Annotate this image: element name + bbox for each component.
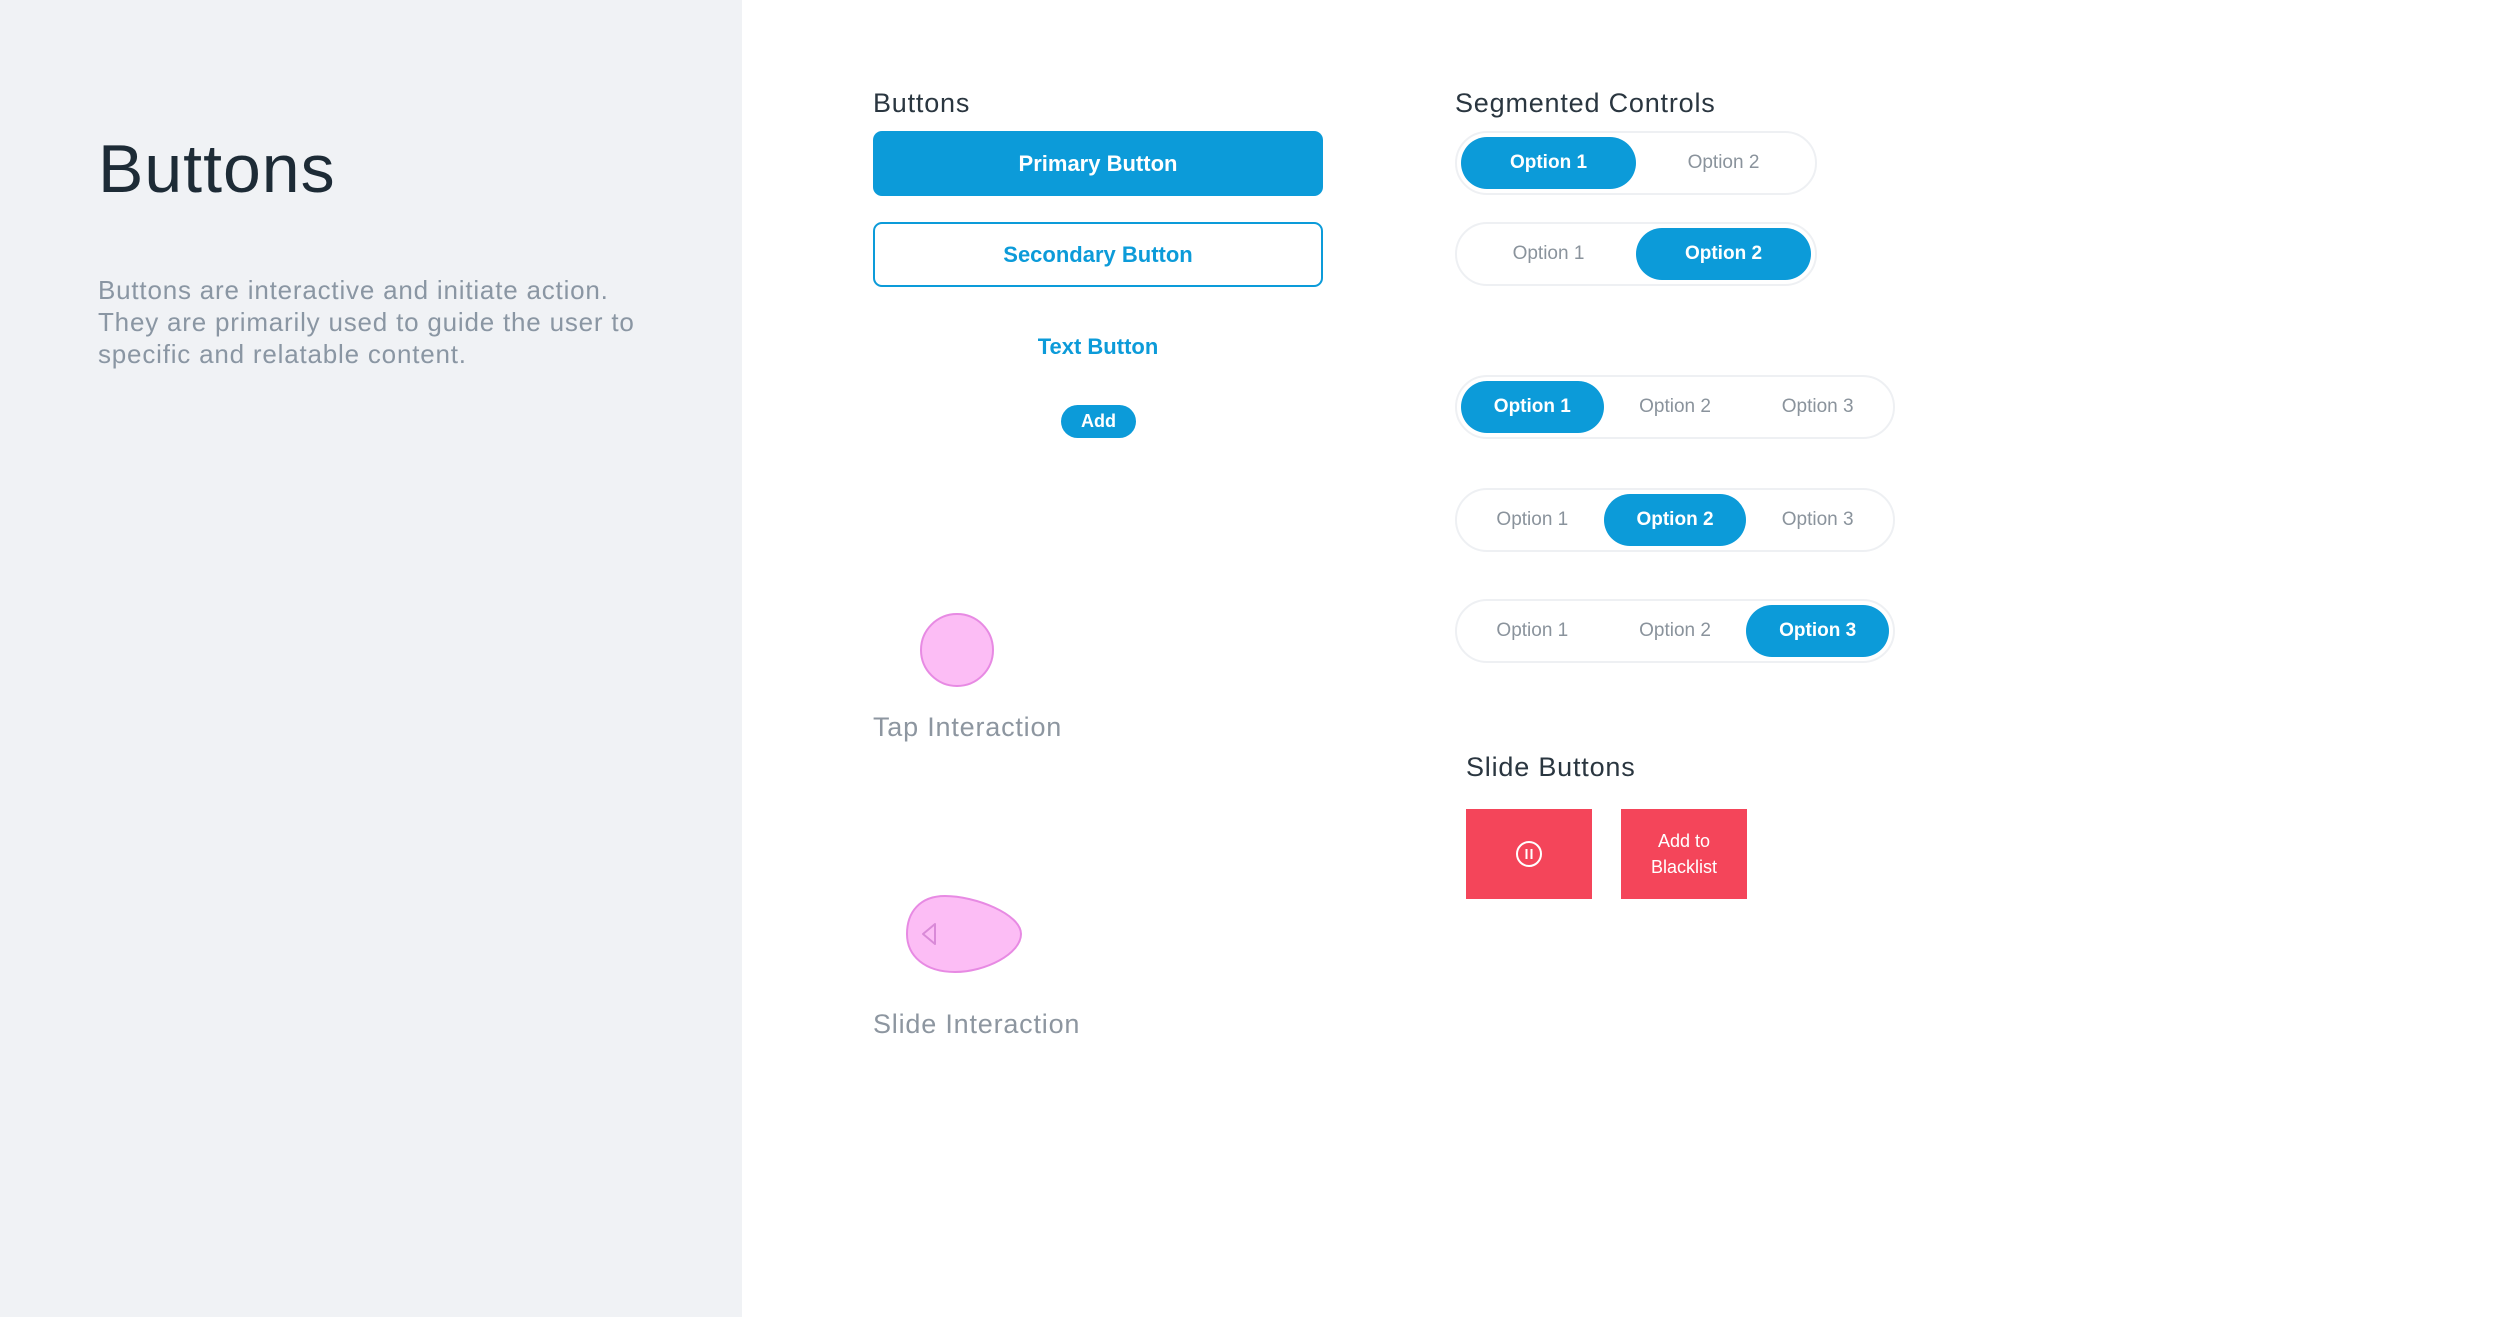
segment-option-1[interactable]: Option 1: [1461, 228, 1636, 280]
add-to-blacklist-button[interactable]: Add to Blacklist: [1621, 809, 1747, 899]
segmented-control-two-a: Option 1 Option 2: [1455, 131, 1817, 195]
page-title: Buttons: [98, 131, 336, 207]
primary-button[interactable]: Primary Button: [873, 131, 1323, 196]
add-to-blacklist-label: Add to Blacklist: [1650, 831, 1717, 877]
segment-option-2[interactable]: Option 2: [1603, 494, 1747, 546]
segment-option-1[interactable]: Option 1: [1461, 605, 1604, 657]
page-description: Buttons are interactive and initiate act…: [98, 275, 635, 369]
segment-option-3[interactable]: Option 3: [1746, 381, 1889, 433]
pause-circle-icon: [1516, 841, 1542, 867]
tap-interaction-indicator: [920, 613, 994, 687]
tap-interaction-label: Tap Interaction: [873, 712, 1063, 742]
segment-option-3[interactable]: Option 3: [1746, 605, 1890, 657]
pause-slide-button[interactable]: [1466, 809, 1592, 899]
segment-option-3[interactable]: Option 3: [1746, 494, 1889, 546]
segment-option-1[interactable]: Option 1: [1461, 494, 1604, 546]
segment-option-2[interactable]: Option 2: [1604, 381, 1747, 433]
segment-option-1[interactable]: Option 1: [1461, 137, 1636, 189]
slide-buttons-title: Slide Buttons: [1466, 752, 1636, 782]
segmented-control-three-a: Option 1 Option 2 Option 3: [1455, 375, 1895, 439]
add-button[interactable]: Add: [1061, 405, 1136, 438]
slide-interaction-indicator: [905, 894, 1023, 974]
secondary-button[interactable]: Secondary Button: [873, 222, 1323, 287]
segment-option-2[interactable]: Option 2: [1636, 137, 1811, 189]
buttons-section-title: Buttons: [873, 88, 971, 118]
segmented-controls-title: Segmented Controls: [1455, 88, 1716, 118]
segmented-control-three-b: Option 1 Option 2 Option 3: [1455, 488, 1895, 552]
text-button[interactable]: Text Button: [973, 330, 1223, 364]
segmented-control-three-c: Option 1 Option 2 Option 3: [1455, 599, 1895, 663]
segment-option-2[interactable]: Option 2: [1604, 605, 1747, 657]
slide-interaction-label: Slide Interaction: [873, 1009, 1081, 1039]
segment-option-2[interactable]: Option 2: [1636, 228, 1811, 280]
segmented-control-two-b: Option 1 Option 2: [1455, 222, 1817, 286]
sidebar-panel: Buttons Buttons are interactive and init…: [0, 0, 742, 1317]
segment-option-1[interactable]: Option 1: [1461, 381, 1604, 433]
